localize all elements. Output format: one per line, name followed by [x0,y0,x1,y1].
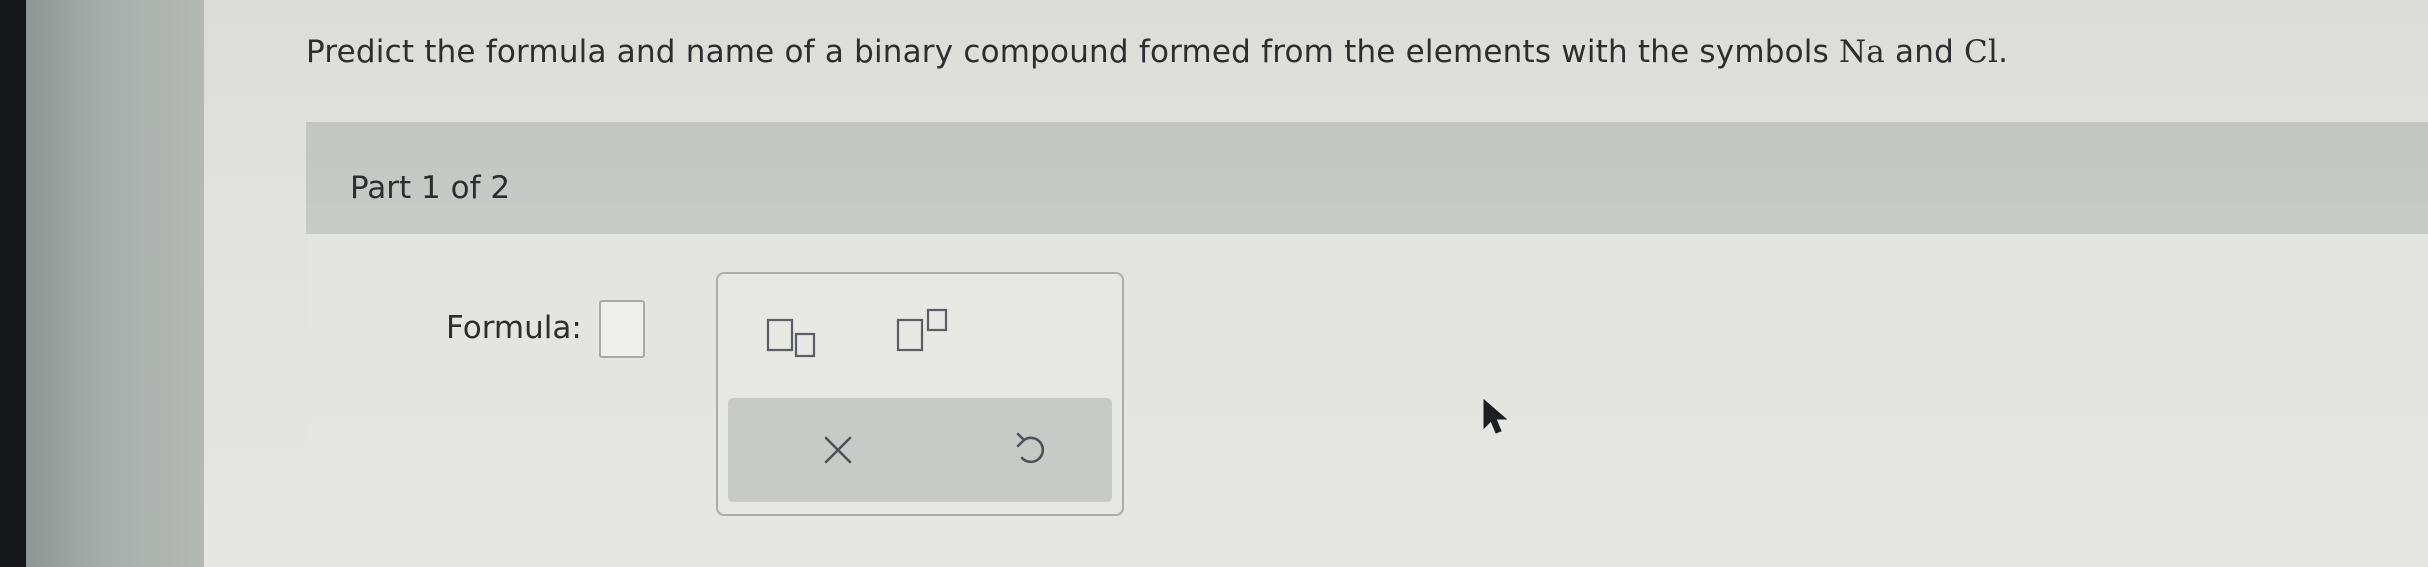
screen: Predict the formula and name of a binary… [0,0,2428,567]
left-edge [0,0,26,567]
clear-icon [824,436,852,464]
formula-label: Formula: [446,310,582,346]
clear-button[interactable] [798,420,878,480]
question-text-before: Predict the formula and name of a binary… [306,34,1839,70]
element-symbol-cl: Cl [1964,34,1999,70]
part-label: Part 1 of 2 [350,170,511,206]
question-text-after: . [1998,34,2009,70]
superscript-button[interactable] [890,304,970,364]
superscript-icon [896,308,948,352]
undo-icon [1016,432,1045,464]
undo-button[interactable] [992,420,1072,480]
formula-input[interactable] [599,300,645,358]
question-conjunction: and [1885,34,1965,70]
part-header: Part 1 of 2 [306,122,2428,234]
math-palette [716,272,1124,516]
palette-footer [728,398,1112,502]
subscript-button[interactable] [760,310,840,370]
mouse-cursor-icon [1483,398,1508,434]
element-symbol-na: Na [1838,34,1885,70]
subscript-icon [766,318,816,358]
question-text: Predict the formula and name of a binary… [306,34,2008,70]
answer-area: Formula: [306,234,2428,567]
left-margin-band [26,0,204,567]
